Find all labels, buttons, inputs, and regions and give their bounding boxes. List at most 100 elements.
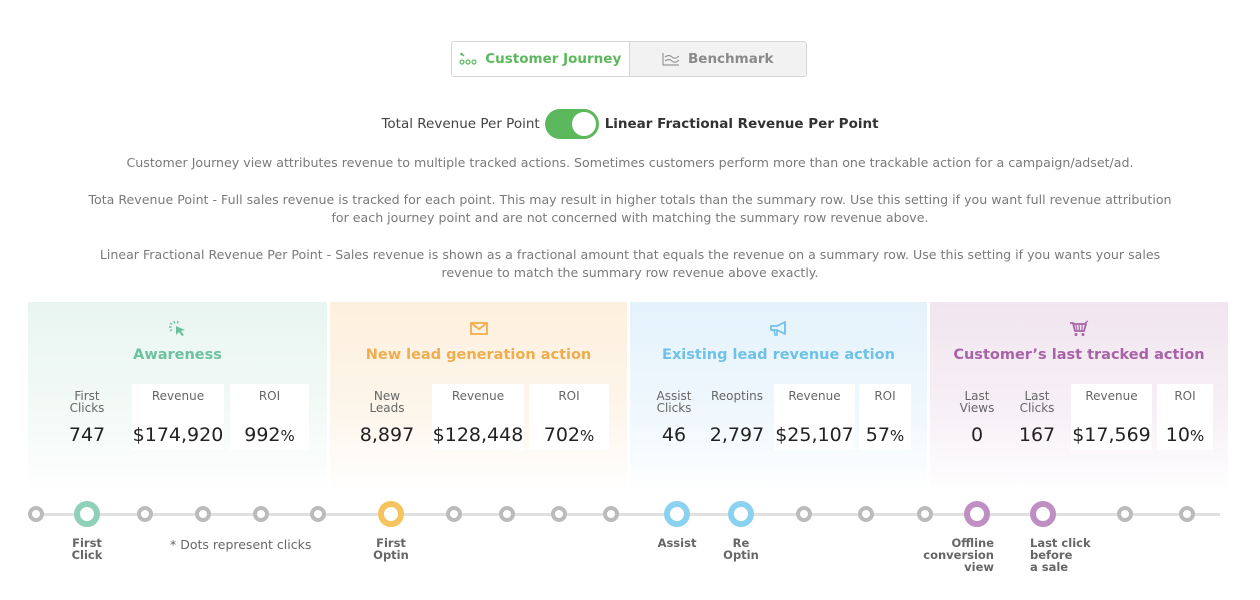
panel-title: Customer’s last tracked action [953,347,1205,363]
timeline-dot[interactable] [28,506,44,522]
timeline-connector [95,513,137,516]
metric-label: ROI [874,389,896,403]
panel-title: New lead generation action [365,347,592,363]
metric-value: 46 [661,424,687,446]
timeline-dot[interactable] [1179,506,1195,522]
panel-last-action: Customer’s last tracked action Last Views… [930,302,1228,492]
revenue-mode-toggle-row: Total Revenue Per Point Linear Fractiona… [0,109,1260,139]
metric-new-leads: New Leads 8,897 [358,384,416,450]
revenue-mode-switch[interactable] [544,109,599,139]
timeline-dot[interactable] [796,506,812,522]
tab-customer-journey[interactable]: Customer Journey [452,42,630,76]
metric-revenue: Revenue $128,448 [432,384,524,450]
metric-value: 57% [865,424,905,446]
metric-label: ROI [1174,389,1196,403]
timeline-dot[interactable] [858,506,874,522]
metric-roi: ROI 702% [529,384,609,450]
metric-last-views: Last Views 0 [952,384,1002,450]
metric-value: 702% [543,424,595,446]
journey-timeline [0,500,1260,530]
timeline-connector [1133,513,1179,516]
timeline-connector [211,513,253,516]
timeline-connector [462,513,499,516]
description-journey: Customer Journey view attributes revenue… [126,155,1134,170]
metric-value: $17,569 [1072,424,1151,446]
timeline-dot[interactable] [446,506,462,522]
metric-value: $25,107 [775,424,854,446]
description-total-revenue: Tota Revenue Point - Full sales revenue … [88,192,1172,225]
timeline-connector [749,513,796,516]
metric-value: 0 [970,424,984,446]
metric-label: Assist Clicks [656,389,692,415]
timeline-milestone-dot[interactable] [964,501,990,527]
metric-first-clicks: First Clicks 747 [58,384,116,450]
timeline-milestone-dot[interactable] [664,501,690,527]
timeline-connector [685,513,733,516]
envelope-icon [330,320,627,336]
megaphone-icon [630,320,927,338]
metric-assist-clicks: Assist Clicks 46 [650,384,698,450]
metric-revenue: Revenue $25,107 [774,384,855,450]
cursor-click-icon [28,320,327,338]
metric-revenue: Revenue $17,569 [1071,384,1152,450]
timeline-dot[interactable] [195,506,211,522]
timeline-dot[interactable] [603,506,619,522]
timeline-dot[interactable] [137,506,153,522]
metric-roi: ROI 57% [859,384,911,450]
metric-value: 747 [68,424,106,446]
metric-label: Revenue [451,389,505,403]
timeline-milestone-dot[interactable] [1030,501,1056,527]
metric-label: Revenue [151,389,205,403]
metric-roi: ROI 992% [230,384,309,450]
timeline-milestone-dot[interactable] [728,501,754,527]
panel-title: Existing lead revenue action [662,347,895,363]
timeline-milestone-dot[interactable] [378,501,404,527]
metric-value: $174,920 [132,424,224,446]
metric-label: First Clicks [69,389,105,415]
timeline-milestone-dot[interactable] [74,501,100,527]
timeline-dot[interactable] [551,506,567,522]
timeline-connector [269,513,310,516]
tab-benchmark-label: Benchmark [688,51,774,67]
timeline-milestone-label: Last click before a sale [1030,536,1091,574]
timeline-connector [567,513,603,516]
panel-title: Awareness [133,347,222,363]
toggle-right-label: Linear Fractional Revenue Per Point [604,116,879,132]
timeline-dot[interactable] [310,506,326,522]
timeline-dot[interactable] [1117,506,1133,522]
timeline-connector [326,513,383,516]
tab-benchmark[interactable]: Benchmark [629,42,806,76]
journey-dots-icon [459,52,477,66]
metric-value: 8,897 [359,424,415,446]
metric-label: Revenue [788,389,841,403]
timeline-connector [1051,513,1117,516]
timeline-dot[interactable] [253,506,269,522]
metric-revenue: Revenue $174,920 [132,384,224,450]
timeline-milestone-label: Re Optin [723,536,759,562]
timeline-connector [399,513,446,516]
metric-label: Last Views [959,389,995,415]
timeline-dot[interactable] [917,506,933,522]
metric-label: ROI [558,389,580,403]
timeline-note: * Dots represent clicks [170,537,312,552]
metric-value: 992% [244,424,295,446]
metric-value: $128,448 [432,424,524,446]
toggle-left-label: Total Revenue Per Point [381,116,540,132]
metric-label: Revenue [1085,389,1138,403]
benchmark-chart-icon [662,52,680,66]
metric-value: 2,797 [709,424,765,446]
panel-awareness: Awareness First Clicks 747 Revenue $174,9… [28,302,327,492]
tab-customer-journey-label: Customer Journey [485,51,622,67]
metric-value: 10% [1165,424,1205,446]
metric-label: Reoptins [710,389,764,403]
timeline-milestone-label: Offline conversion view [923,536,994,574]
metric-label: Last Clicks [1019,389,1055,415]
timeline-connector [874,513,917,516]
metric-reoptins: Reoptins 2,797 [706,384,768,450]
panel-new-lead: New lead generation action New Leads 8,89… [330,302,627,492]
metric-value: 167 [1018,424,1056,446]
timeline-connector [153,513,195,516]
timeline-dot[interactable] [499,506,515,522]
timeline-connector [515,513,551,516]
timeline-connector [1195,513,1220,516]
